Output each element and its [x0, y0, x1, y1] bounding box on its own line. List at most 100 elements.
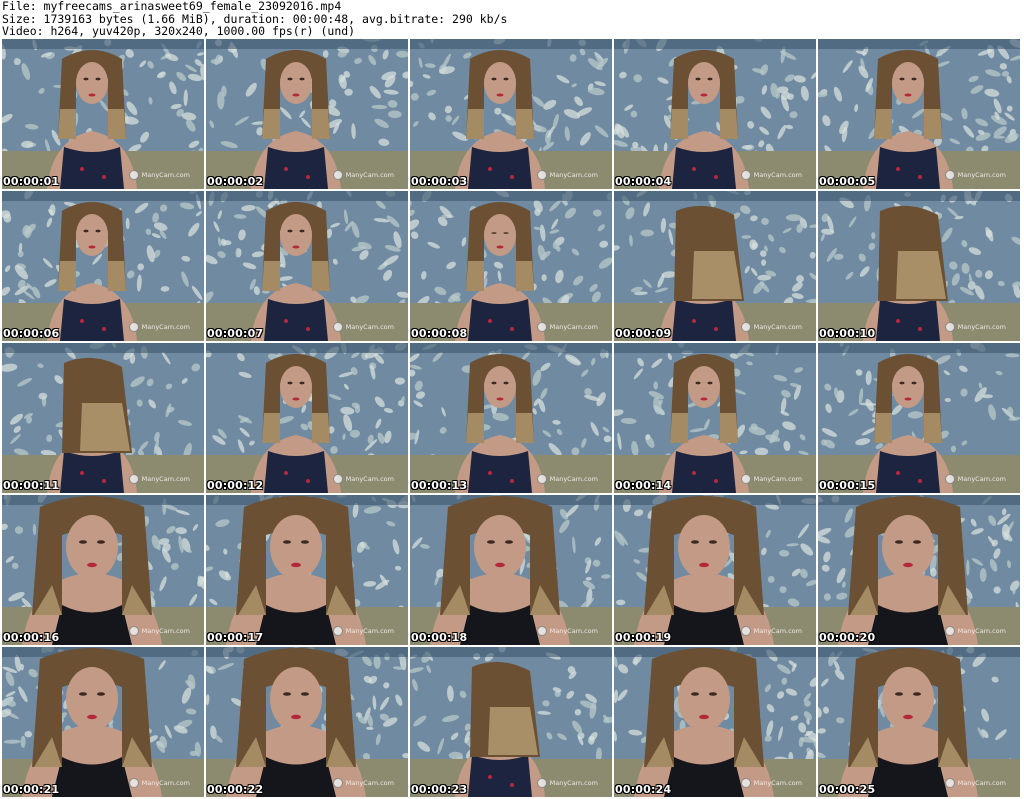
manycam-logo-icon	[740, 626, 751, 636]
manycam-logo-icon	[944, 474, 955, 484]
thumbnail-frame	[614, 39, 816, 189]
video-thumbnail: ManyCam.com 00:00:22	[206, 647, 408, 797]
thumbnail-frame	[410, 343, 612, 493]
timestamp-label: 00:00:13	[411, 479, 468, 492]
manycam-watermark: ManyCam.com	[944, 170, 1006, 180]
manycam-logo-icon	[332, 626, 343, 636]
video-thumbnail: ManyCam.com 00:00:18	[410, 495, 612, 645]
thumbnail-frame	[206, 647, 408, 797]
manycam-logo-icon	[332, 322, 343, 332]
watermark-text: ManyCam.com	[957, 475, 1006, 483]
timestamp-label: 00:00:03	[411, 175, 468, 188]
timestamp-label: 00:00:04	[615, 175, 672, 188]
manycam-watermark: ManyCam.com	[128, 626, 190, 636]
thumbnail-frame	[818, 647, 1020, 797]
manycam-watermark: ManyCam.com	[128, 474, 190, 484]
timestamp-label: 00:00:23	[411, 783, 468, 796]
timestamp-label: 00:00:02	[207, 175, 264, 188]
timestamp-label: 00:00:24	[615, 783, 672, 796]
timestamp-label: 00:00:14	[615, 479, 672, 492]
manycam-watermark: ManyCam.com	[740, 170, 802, 180]
thumbnail-frame	[2, 191, 204, 341]
thumbnail-frame	[614, 647, 816, 797]
video-thumbnail: ManyCam.com 00:00:12	[206, 343, 408, 493]
video-thumbnail: ManyCam.com 00:00:05	[818, 39, 1020, 189]
manycam-watermark: ManyCam.com	[332, 626, 394, 636]
thumbnail-frame	[614, 191, 816, 341]
timestamp-label: 00:00:20	[819, 631, 876, 644]
video-thumbnail: ManyCam.com 00:00:15	[818, 343, 1020, 493]
manycam-watermark: ManyCam.com	[128, 170, 190, 180]
watermark-text: ManyCam.com	[753, 627, 802, 635]
manycam-logo-icon	[128, 778, 139, 788]
manycam-logo-icon	[740, 474, 751, 484]
watermark-text: ManyCam.com	[141, 627, 190, 635]
timestamp-label: 00:00:08	[411, 327, 468, 340]
manycam-watermark: ManyCam.com	[536, 626, 598, 636]
timestamp-label: 00:00:22	[207, 783, 264, 796]
video-thumbnail: ManyCam.com 00:00:11	[2, 343, 204, 493]
video-thumbnail: ManyCam.com 00:00:13	[410, 343, 612, 493]
video-thumbnail: ManyCam.com 00:00:03	[410, 39, 612, 189]
video-thumbnail: ManyCam.com 00:00:19	[614, 495, 816, 645]
manycam-watermark: ManyCam.com	[944, 322, 1006, 332]
manycam-logo-icon	[740, 778, 751, 788]
watermark-text: ManyCam.com	[957, 171, 1006, 179]
manycam-watermark: ManyCam.com	[740, 626, 802, 636]
thumbnail-frame	[206, 343, 408, 493]
manycam-watermark: ManyCam.com	[944, 626, 1006, 636]
watermark-text: ManyCam.com	[345, 475, 394, 483]
manycam-logo-icon	[944, 626, 955, 636]
manycam-logo-icon	[944, 322, 955, 332]
thumbnail-frame	[2, 343, 204, 493]
manycam-watermark: ManyCam.com	[128, 778, 190, 788]
thumbnail-frame	[410, 495, 612, 645]
video-thumbnail: ManyCam.com 00:00:01	[2, 39, 204, 189]
manycam-watermark: ManyCam.com	[332, 474, 394, 484]
manycam-logo-icon	[128, 322, 139, 332]
manycam-logo-icon	[128, 626, 139, 636]
manycam-watermark: ManyCam.com	[944, 778, 1006, 788]
watermark-text: ManyCam.com	[753, 779, 802, 787]
watermark-text: ManyCam.com	[345, 779, 394, 787]
video-thumbnail: ManyCam.com 00:00:02	[206, 39, 408, 189]
timestamp-label: 00:00:01	[3, 175, 60, 188]
thumbnail-frame	[2, 495, 204, 645]
watermark-text: ManyCam.com	[753, 171, 802, 179]
watermark-text: ManyCam.com	[141, 323, 190, 331]
timestamp-label: 00:00:05	[819, 175, 876, 188]
watermark-text: ManyCam.com	[141, 779, 190, 787]
manycam-logo-icon	[128, 474, 139, 484]
manycam-watermark: ManyCam.com	[944, 474, 1006, 484]
video-thumbnail: ManyCam.com 00:00:20	[818, 495, 1020, 645]
timestamp-label: 00:00:17	[207, 631, 264, 644]
manycam-watermark: ManyCam.com	[536, 474, 598, 484]
thumbnail-frame	[818, 343, 1020, 493]
manycam-watermark: ManyCam.com	[536, 778, 598, 788]
thumbnail-frame	[206, 495, 408, 645]
timestamp-label: 00:00:18	[411, 631, 468, 644]
thumbnail-frame	[410, 647, 612, 797]
video-thumbnail: ManyCam.com 00:00:23	[410, 647, 612, 797]
timestamp-label: 00:00:06	[3, 327, 60, 340]
manycam-watermark: ManyCam.com	[332, 170, 394, 180]
thumbnail-frame	[410, 191, 612, 341]
manycam-logo-icon	[536, 322, 547, 332]
video-thumbnail: ManyCam.com 00:00:09	[614, 191, 816, 341]
watermark-text: ManyCam.com	[957, 323, 1006, 331]
thumbnail-frame	[2, 647, 204, 797]
timestamp-label: 00:00:09	[615, 327, 672, 340]
video-thumbnail: ManyCam.com 00:00:10	[818, 191, 1020, 341]
manycam-logo-icon	[128, 170, 139, 180]
manycam-watermark: ManyCam.com	[536, 170, 598, 180]
manycam-logo-icon	[944, 170, 955, 180]
thumbnail-frame	[2, 39, 204, 189]
timestamp-label: 00:00:07	[207, 327, 264, 340]
watermark-text: ManyCam.com	[345, 171, 394, 179]
thumbnail-frame	[614, 343, 816, 493]
video-thumbnail: ManyCam.com 00:00:24	[614, 647, 816, 797]
thumbnail-frame	[206, 191, 408, 341]
video-thumbnail: ManyCam.com 00:00:08	[410, 191, 612, 341]
manycam-watermark: ManyCam.com	[332, 778, 394, 788]
video-thumbnail: ManyCam.com 00:00:06	[2, 191, 204, 341]
